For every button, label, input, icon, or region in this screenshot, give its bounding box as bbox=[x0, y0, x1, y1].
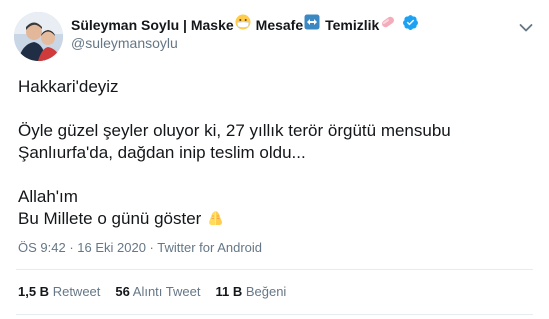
retweets-label: Retweet bbox=[52, 284, 101, 299]
soap-emoji bbox=[380, 14, 396, 35]
retweets-count: 1,5 B bbox=[18, 284, 50, 299]
avatar[interactable] bbox=[14, 12, 63, 61]
tweet-stats: 1,5 B Retweet 56 Alıntı Tweet 11 B Beğen… bbox=[18, 284, 286, 299]
likes-stat[interactable]: 11 B Beğeni bbox=[215, 284, 286, 299]
tweet-line-text: Bu Millete o günü göster bbox=[18, 209, 202, 228]
author-handle[interactable]: @suleymansoylu bbox=[71, 35, 489, 51]
folded-hands-emoji bbox=[206, 208, 225, 233]
author-name-temizlik[interactable]: Temizlik bbox=[325, 17, 379, 33]
tweet-line: Allah'ım bbox=[18, 187, 78, 206]
meta-separator: · bbox=[65, 240, 78, 255]
tweet-meta: ÖS 9:42 · 16 Eki 2020 · Twitter for Andr… bbox=[18, 240, 262, 255]
quotes-stat[interactable]: 56 Alıntı Tweet bbox=[115, 284, 200, 299]
quotes-label: Alıntı Tweet bbox=[132, 284, 201, 299]
author-name-mesafe[interactable]: Mesafe bbox=[256, 17, 303, 33]
divider bbox=[16, 314, 533, 315]
face-with-medical-mask-emoji bbox=[235, 14, 251, 35]
likes-label: Beğeni bbox=[245, 284, 287, 299]
divider bbox=[16, 269, 533, 270]
tweet-date[interactable]: 16 Eki 2020 bbox=[77, 240, 146, 255]
author-name-row[interactable]: Süleyman Soylu | Maske Mesafe Temizlik bbox=[71, 14, 489, 36]
quotes-count: 56 bbox=[115, 284, 130, 299]
tweet-time[interactable]: ÖS 9:42 bbox=[18, 240, 66, 255]
tweet-line-last: Bu Millete o günü göster bbox=[18, 208, 533, 233]
left-right-arrow-emoji bbox=[304, 14, 320, 35]
tweet-line: Öyle güzel şeyler oluyor ki, 27 yıllık t… bbox=[18, 121, 451, 140]
author-header: Süleyman Soylu | Maske Mesafe Temizlik @… bbox=[71, 14, 489, 51]
chevron-down-icon[interactable] bbox=[519, 20, 533, 32]
tweet-card: Süleyman Soylu | Maske Mesafe Temizlik @… bbox=[0, 0, 549, 319]
tweet-text: Hakkari'deyiz Öyle güzel şeyler oluyor k… bbox=[18, 76, 533, 233]
tweet-line: Şanlıurfa'da, dağdan inip teslim oldu... bbox=[18, 143, 306, 162]
meta-separator: · bbox=[145, 240, 158, 255]
likes-count: 11 B bbox=[215, 284, 243, 299]
retweets-stat[interactable]: 1,5 B Retweet bbox=[18, 284, 100, 299]
author-name[interactable]: Süleyman Soylu | Maske bbox=[71, 17, 234, 33]
tweet-line: Hakkari'deyiz bbox=[18, 77, 119, 96]
tweet-source[interactable]: Twitter for Android bbox=[157, 240, 262, 255]
verified-badge-icon bbox=[402, 14, 419, 36]
